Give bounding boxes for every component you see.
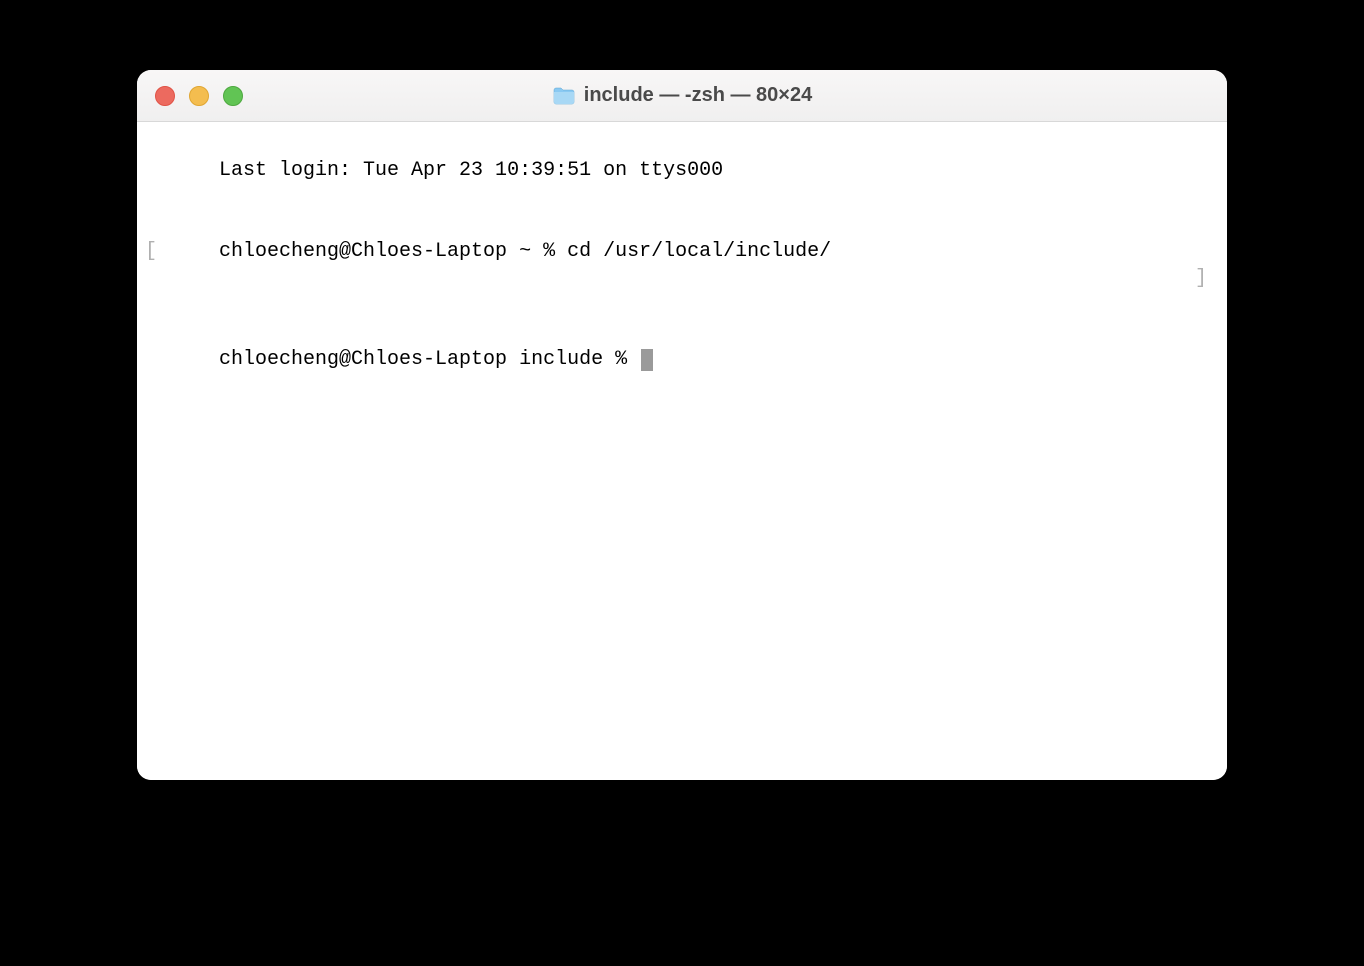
bracket-left: [ [145,238,157,265]
terminal-prompt-line: chloecheng@Chloes-Laptop include % [147,319,1217,400]
folder-icon [552,86,576,106]
terminal-command-line: [ chloecheng@Chloes-Laptop ~ % cd /usr/lo… [147,211,1217,319]
terminal-window: include — -zsh — 80×24 Last login: Tue A… [137,70,1227,780]
bracket-right: ] [1195,265,1207,292]
command-text: cd /usr/local/include/ [567,240,831,263]
terminal-body[interactable]: Last login: Tue Apr 23 10:39:51 on ttys0… [137,122,1227,780]
current-prompt-text: chloecheng@Chloes-Laptop include % [219,348,639,371]
close-button[interactable] [155,86,175,106]
cursor [641,349,653,371]
traffic-lights [155,86,243,106]
title-content: include — -zsh — 80×24 [137,84,1227,107]
terminal-output-line: Last login: Tue Apr 23 10:39:51 on ttys0… [147,130,1217,211]
minimize-button[interactable] [189,86,209,106]
prompt-text: chloecheng@Chloes-Laptop ~ % [219,240,567,263]
title-bar[interactable]: include — -zsh — 80×24 [137,70,1227,122]
window-title: include — -zsh — 80×24 [584,84,812,107]
last-login-text: Last login: Tue Apr 23 10:39:51 on ttys0… [219,159,723,182]
maximize-button[interactable] [223,86,243,106]
